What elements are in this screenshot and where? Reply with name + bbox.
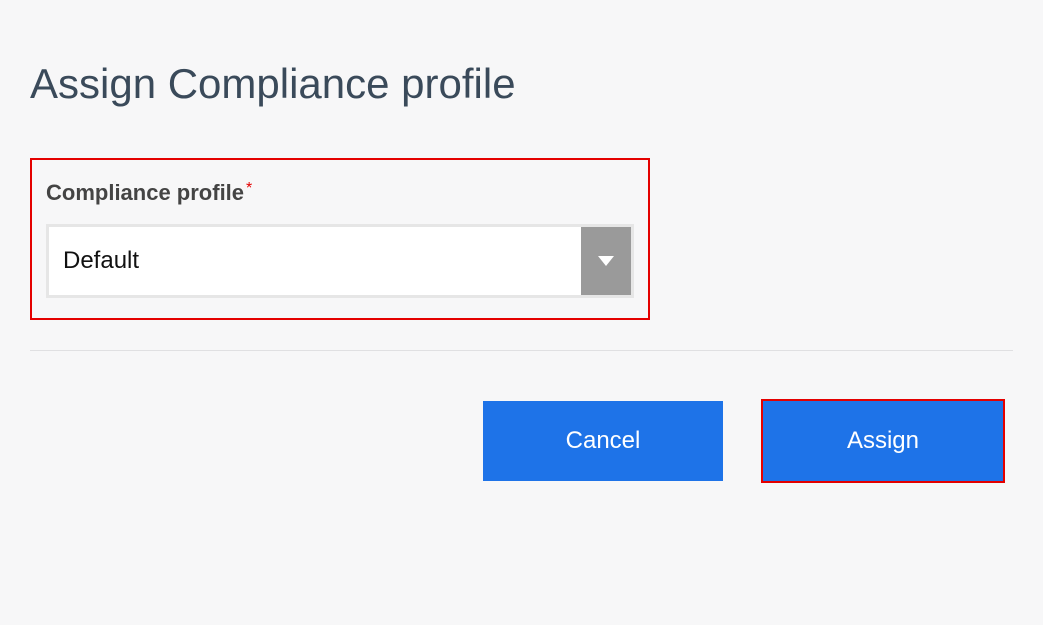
dialog-title: Assign Compliance profile	[30, 60, 1013, 108]
select-toggle-button[interactable]	[581, 227, 631, 295]
compliance-profile-select[interactable]: Default	[46, 224, 634, 298]
compliance-profile-group: Compliance profile* Default	[30, 158, 650, 320]
dialog-actions: Cancel Assign	[30, 401, 1013, 481]
cancel-button[interactable]: Cancel	[483, 401, 723, 481]
compliance-profile-value: Default	[49, 227, 581, 295]
field-label-row: Compliance profile*	[46, 180, 634, 224]
required-asterisk: *	[246, 180, 252, 197]
caret-down-icon	[598, 256, 614, 266]
compliance-profile-label: Compliance profile	[46, 180, 244, 206]
assign-compliance-dialog: Assign Compliance profile Compliance pro…	[0, 0, 1043, 511]
divider	[30, 350, 1013, 351]
assign-button[interactable]: Assign	[763, 401, 1003, 481]
